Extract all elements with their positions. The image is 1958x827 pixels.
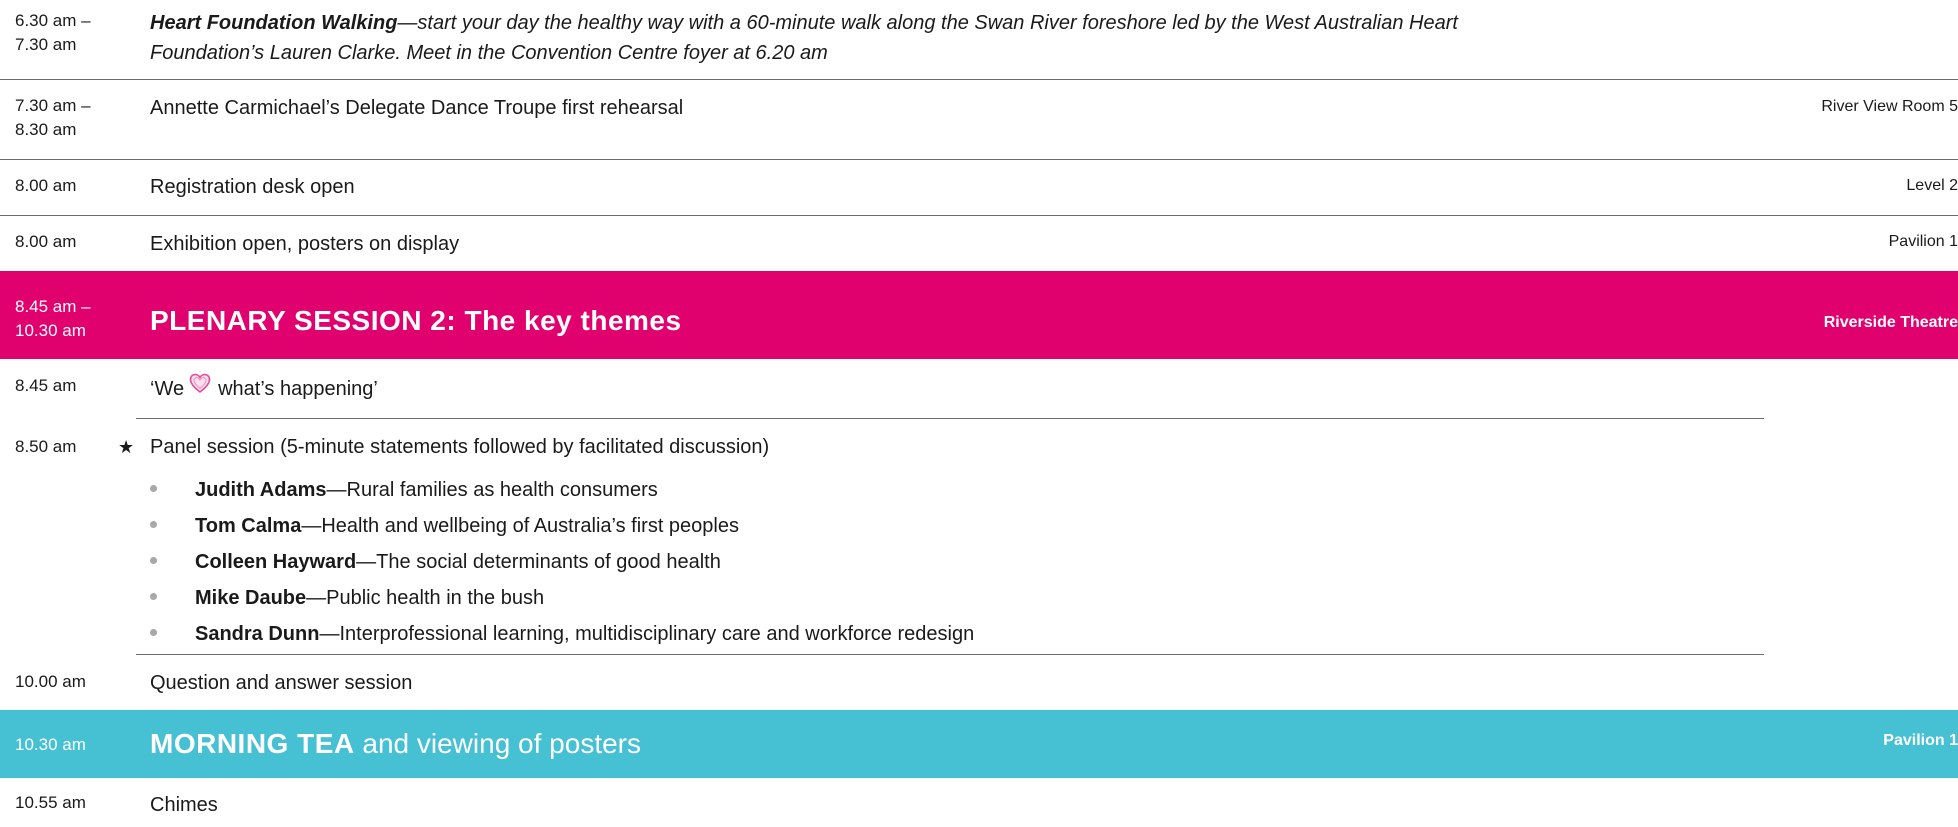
chimes-text: Chimes bbox=[150, 794, 218, 816]
venue-plenary: Riverside Theatre bbox=[1823, 314, 1958, 331]
divider bbox=[136, 418, 1764, 419]
time-dance: 7.30 am – 8.30 am bbox=[15, 96, 91, 139]
walk-title: Heart Foundation Walking bbox=[150, 12, 398, 34]
bullet-icon bbox=[150, 629, 157, 637]
time-chimes: 10.55 am bbox=[15, 793, 86, 812]
row-welcome: 8.45 am ‘We what’s happening’ bbox=[0, 359, 1958, 419]
list-item: Judith Adams—Rural families as health co… bbox=[150, 476, 658, 504]
venue-exhibition: Pavilion 1 bbox=[1888, 233, 1958, 250]
plenary-title: PLENARY SESSION 2: The key themes bbox=[150, 305, 682, 336]
time-exhibition: 8.00 am bbox=[15, 232, 77, 251]
row-registration: 8.00 am Registration desk open Level 2 bbox=[0, 160, 1958, 215]
panel-text: Panel session (5-minute statements follo… bbox=[150, 436, 770, 458]
bullet-icon bbox=[150, 521, 157, 529]
list-item: Sandra Dunn—Interprofessional learning, … bbox=[150, 620, 974, 648]
tea-band: 10.30 am MORNING TEA and viewing of post… bbox=[0, 710, 1958, 778]
bullet-icon bbox=[150, 485, 157, 493]
time-welcome: 8.45 am bbox=[15, 376, 77, 395]
row-chimes: 10.55 am Chimes bbox=[0, 778, 1958, 827]
walk-line-2: Foundation’s Lauren Clarke. Meet in the … bbox=[150, 42, 828, 64]
time-registration: 8.00 am bbox=[15, 176, 77, 195]
row-qa: 10.00 am Question and answer session bbox=[0, 656, 1958, 710]
list-item: Tom Calma—Health and wellbeing of Austra… bbox=[150, 512, 739, 540]
row-walk: 6.30 am – 7.30 am Heart Foundation Walki… bbox=[0, 0, 1958, 80]
time-plenary: 8.45 am – 10.30 am bbox=[15, 297, 91, 340]
heart-icon bbox=[188, 371, 212, 404]
list-item: Colleen Hayward—The social determinants … bbox=[150, 548, 721, 576]
list-item: Mike Daube—Public health in the bush bbox=[150, 584, 544, 612]
walk-description: —start your day the healthy way with a 6… bbox=[397, 12, 1458, 34]
row-panel: 8.50 am ★ Panel session (5-minute statem… bbox=[0, 420, 1958, 655]
venue-dance: River View Room 5 bbox=[1821, 98, 1958, 115]
time-qa: 10.00 am bbox=[15, 672, 86, 691]
exhibition-text: Exhibition open, posters on display bbox=[150, 233, 460, 255]
dance-text: Annette Carmichael’s Delegate Dance Trou… bbox=[150, 97, 684, 119]
time-panel: 8.50 am bbox=[15, 437, 77, 456]
welcome-text: ‘We what’s happening’ bbox=[150, 373, 378, 406]
plenary-band: 8.45 am – 10.30 am PLENARY SESSION 2: Th… bbox=[0, 271, 1958, 359]
tea-title: MORNING TEA and viewing of posters bbox=[150, 728, 641, 759]
bullet-icon bbox=[150, 557, 157, 565]
time-tea: 10.30 am bbox=[15, 735, 86, 754]
row-exhibition: 8.00 am Exhibition open, posters on disp… bbox=[0, 216, 1958, 271]
star-icon: ★ bbox=[118, 437, 135, 457]
bullet-icon bbox=[150, 593, 157, 601]
qa-text: Question and answer session bbox=[150, 672, 413, 694]
venue-registration: Level 2 bbox=[1906, 177, 1958, 194]
registration-text: Registration desk open bbox=[150, 176, 355, 198]
row-dance: 7.30 am – 8.30 am Annette Carmichael’s D… bbox=[0, 80, 1958, 159]
venue-tea: Pavilion 1 bbox=[1883, 732, 1958, 749]
time-walk: 6.30 am – 7.30 am bbox=[15, 11, 91, 54]
walk-line-1: Heart Foundation Walking—start your day … bbox=[150, 8, 1458, 38]
divider bbox=[136, 654, 1764, 655]
